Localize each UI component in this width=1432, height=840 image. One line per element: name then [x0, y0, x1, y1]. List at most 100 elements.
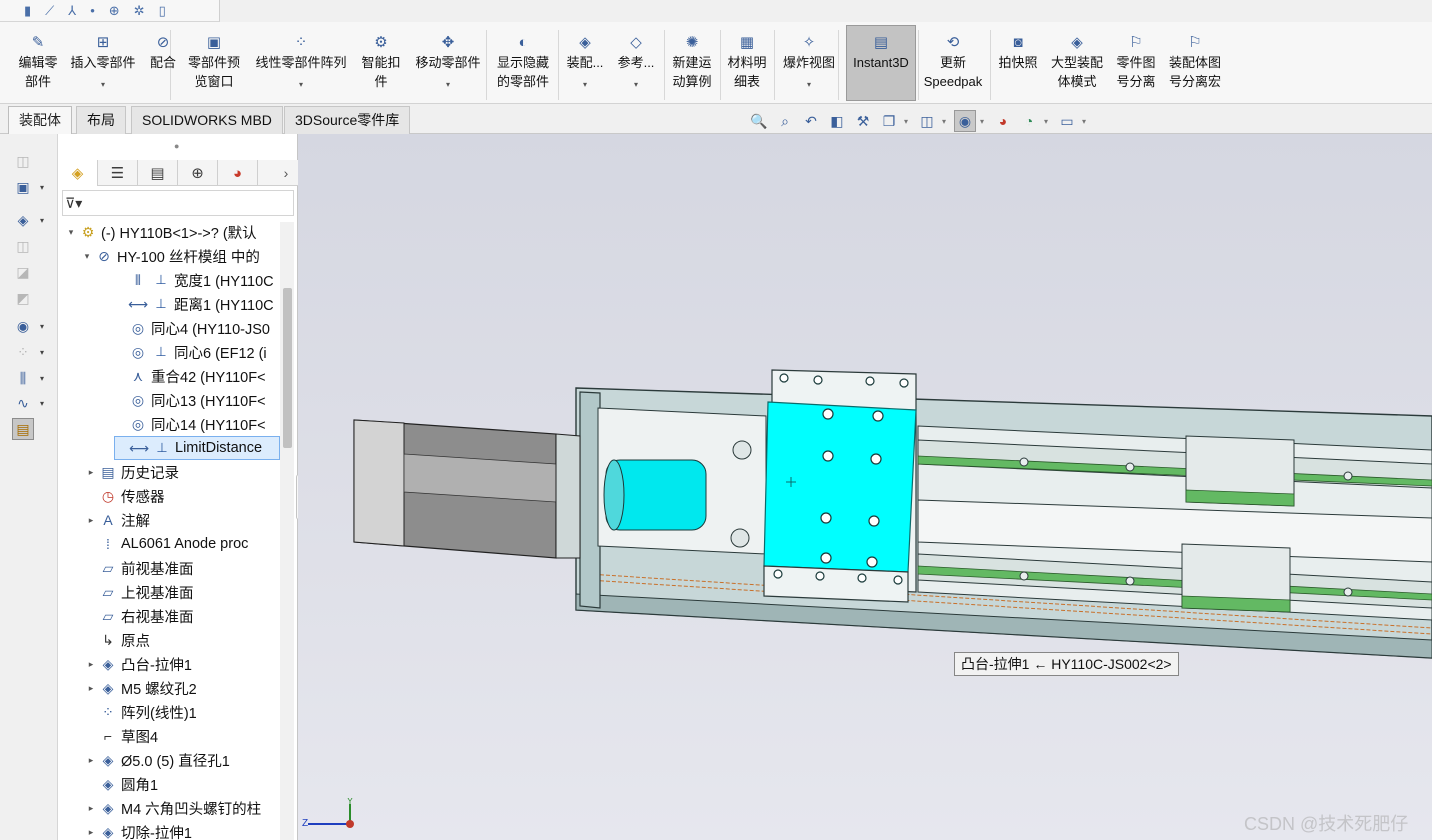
axis-icon[interactable]: ⅄ — [68, 4, 76, 17]
expand-arrow-icon[interactable]: ▸ — [84, 515, 98, 526]
tree-feature-item[interactable]: ⌐ 草图4 — [84, 724, 158, 748]
plane-icon[interactable]: ▮ — [24, 4, 31, 17]
zoom-to-area-icon[interactable]: ⌕ — [774, 110, 796, 132]
tree-feature-item[interactable]: ▱ 前视基准面 — [84, 556, 194, 580]
expand-arrow-icon[interactable]: ▾ — [80, 251, 94, 262]
chevron-down-icon[interactable]: ▾ — [583, 80, 587, 90]
section-view-icon[interactable]: ◧ — [826, 110, 848, 132]
expand-arrow-icon[interactable]: ▸ — [84, 659, 98, 670]
tree-mate-item[interactable]: ⟷ ⊥ LimitDistance — [114, 436, 280, 460]
chevron-down-icon[interactable]: ▾ — [634, 80, 638, 90]
scrollbar-thumb[interactable] — [283, 288, 292, 448]
tree-feature-item[interactable]: ▸ ▤ 历史记录 — [84, 460, 179, 484]
tree-mate-item[interactable]: ◎ 同心4 (HY110-JS0 — [114, 316, 270, 340]
feature-manager-tab-icon[interactable]: ◈ — [58, 160, 98, 186]
copy-with-mates-icon[interactable]: ◫ — [12, 235, 34, 257]
tree-feature-item[interactable]: ▸ ◈ M4 六角凹头螺钉的柱 — [84, 796, 261, 820]
ribbon-button-motion-study[interactable]: ✺ 新建运 动算例 — [670, 26, 714, 102]
ribbon-button-reference-geometry[interactable]: ◇ 参考... ▾ — [618, 26, 655, 102]
tree-mate-item[interactable]: ⋏ 重合42 (HY110F< — [114, 364, 266, 388]
previous-view-icon[interactable]: ↶ — [800, 110, 822, 132]
replace-component-icon[interactable]: ◪ — [12, 261, 34, 283]
ribbon-button-large-assembly[interactable]: ◈ 大型装配 体模式 — [1048, 26, 1106, 102]
tree-feature-item[interactable]: ▸ ◈ 凸台-拉伸1 — [84, 652, 192, 676]
tree-mate-item[interactable]: ⫴ ⊥ 宽度1 (HY110C — [114, 268, 274, 292]
tree-feature-item[interactable]: ◷ 传感器 — [84, 484, 165, 508]
mate-reference-icon[interactable]: ▯ — [159, 4, 166, 17]
tree-root-assembly[interactable]: ▾ ⚙ (-) HY110B<1>->? (默认 — [64, 220, 257, 244]
hide-show-items-icon[interactable]: ◉ — [954, 110, 976, 132]
tree-mate-item[interactable]: ◎ 同心14 (HY110F< — [114, 412, 266, 436]
curve-icon[interactable]: ∿ — [12, 392, 34, 414]
pattern-icon[interactable]: ⁘ — [12, 341, 34, 363]
tree-feature-item[interactable]: ▸ ◈ Ø5.0 (5) 直径孔1 — [84, 748, 230, 772]
zoom-to-fit-icon[interactable]: 🔍 — [748, 110, 770, 132]
apply-scene-icon[interactable]: ◔ — [1018, 110, 1040, 132]
tree-feature-item[interactable]: ▸ ◈ M5 螺纹孔2 — [84, 676, 197, 700]
chevron-down-icon[interactable]: ▾ — [807, 80, 811, 90]
view-orientation-icon[interactable]: ❐ — [878, 110, 900, 132]
new-part-icon[interactable]: ◈ — [12, 209, 34, 231]
tab-solidworks-mbd[interactable]: SOLIDWORKS MBD — [131, 106, 283, 134]
rebuild-icon[interactable]: ◩ — [12, 287, 34, 309]
coordinate-system-icon[interactable]: ⊕ — [109, 4, 120, 17]
ribbon-button-bom[interactable]: ▦ 材料明 细表 — [726, 26, 768, 102]
ribbon-button-insert-components[interactable]: ⊞ 插入零部件 ▾ — [68, 26, 138, 102]
insert-part-icon[interactable]: ▣ — [12, 176, 34, 198]
view-settings-icon[interactable]: ▭ — [1056, 110, 1078, 132]
dimxpert-tab-icon[interactable]: ⊕ — [178, 160, 218, 186]
tab-assembly[interactable]: 装配体 — [8, 106, 72, 134]
edit-appearance-icon[interactable]: ◕ — [992, 110, 1014, 132]
ribbon-button-assembly-features[interactable]: ◈ 装配... ▾ — [566, 26, 604, 102]
expand-arrow-icon[interactable]: ▸ — [84, 683, 98, 694]
assembly-model[interactable] — [298, 134, 1432, 840]
chevron-right-icon[interactable]: › — [274, 160, 298, 185]
point-icon[interactable]: • — [90, 4, 95, 17]
tree-feature-item[interactable]: ⁘ 阵列(线性)1 — [84, 700, 197, 724]
dynamic-annotation-icon[interactable]: ⚒ — [852, 110, 874, 132]
ribbon-button-show-hidden[interactable]: ◐ 显示隐藏 的零部件 — [494, 26, 552, 102]
panel-grip-icon[interactable]: ● — [174, 141, 179, 151]
ribbon-button-move-component[interactable]: ✥ 移动零部件 ▾ — [412, 26, 484, 102]
ribbon-button-mate[interactable]: ⊘ 配合 — [148, 26, 178, 102]
ribbon-button-speedpak[interactable]: ⟲ 更新 Speedpak — [922, 26, 984, 102]
graphics-viewport[interactable] — [298, 134, 1432, 840]
display-manager-tab-icon[interactable]: ◕ — [218, 160, 258, 186]
filter-box[interactable]: ⊽▾ — [62, 190, 294, 216]
ribbon-button-snapshot[interactable]: ◙ 拍快照 — [996, 26, 1040, 102]
instant3d-ruler-icon[interactable]: ▤ — [12, 418, 34, 440]
mirror-icon[interactable]: ⫼ — [12, 367, 34, 389]
tree-mate-item[interactable]: ◎ ⊥ 同心6 (EF12 (i — [114, 340, 267, 364]
ribbon-button-part-number[interactable]: ⚐ 零件图 号分离 — [1114, 26, 1158, 102]
tab-layout[interactable]: 布局 — [76, 106, 126, 134]
tab-3dsource-library[interactable]: 3DSource零件库 — [284, 106, 411, 134]
tree-mates-folder[interactable]: ▾ ⊘ HY-100 丝杆模组 中的 — [80, 244, 260, 268]
expand-arrow-icon[interactable]: ▸ — [84, 467, 98, 478]
ribbon-button-instant3d[interactable]: ▤ Instant3D — [846, 25, 916, 101]
property-manager-tab-icon[interactable]: ☰ — [98, 160, 138, 186]
ribbon-button-linear-pattern[interactable]: ⁘ 线性零部件阵列 ▾ — [252, 26, 350, 102]
tree-feature-item[interactable]: ↳ 原点 — [84, 628, 150, 652]
chevron-down-icon[interactable]: ▾ — [101, 80, 105, 90]
component-icon[interactable]: ◫ — [12, 150, 34, 172]
chevron-down-icon[interactable]: ▾ — [446, 80, 450, 90]
expand-arrow-icon[interactable]: ▸ — [84, 755, 98, 766]
display-style-icon[interactable]: ◫ — [916, 110, 938, 132]
filter-icon[interactable]: ⊽▾ — [65, 195, 82, 212]
expand-arrow-icon[interactable]: ▸ — [84, 803, 98, 814]
ribbon-button-edit-component[interactable]: ✎ 编辑零 部件 — [16, 26, 60, 102]
ribbon-button-component-preview[interactable]: ▣ 零部件预 览窗口 — [186, 26, 242, 102]
move-icon[interactable]: ◉ — [12, 315, 34, 337]
configuration-manager-tab-icon[interactable]: ▤ — [138, 160, 178, 186]
expand-arrow-icon[interactable]: ▾ — [64, 227, 78, 238]
tree-feature-item[interactable]: ⁞ AL6061 Anode proc — [84, 532, 248, 556]
gear-icon[interactable]: ✲ — [134, 4, 145, 17]
ribbon-button-smart-fasteners[interactable]: ⚙ 智能扣件 — [358, 26, 404, 102]
tree-mate-item[interactable]: ◎ 同心13 (HY110F< — [114, 388, 266, 412]
tree-feature-item[interactable]: ▱ 右视基准面 — [84, 604, 194, 628]
chevron-down-icon[interactable]: ▾ — [299, 80, 303, 90]
line-icon[interactable]: ⟋ — [45, 4, 54, 17]
tree-scrollbar[interactable] — [280, 222, 294, 840]
ribbon-button-exploded-view[interactable]: ✧ 爆炸视图 ▾ — [780, 26, 838, 102]
tree-feature-item[interactable]: ▸ A 注解 — [84, 508, 150, 532]
